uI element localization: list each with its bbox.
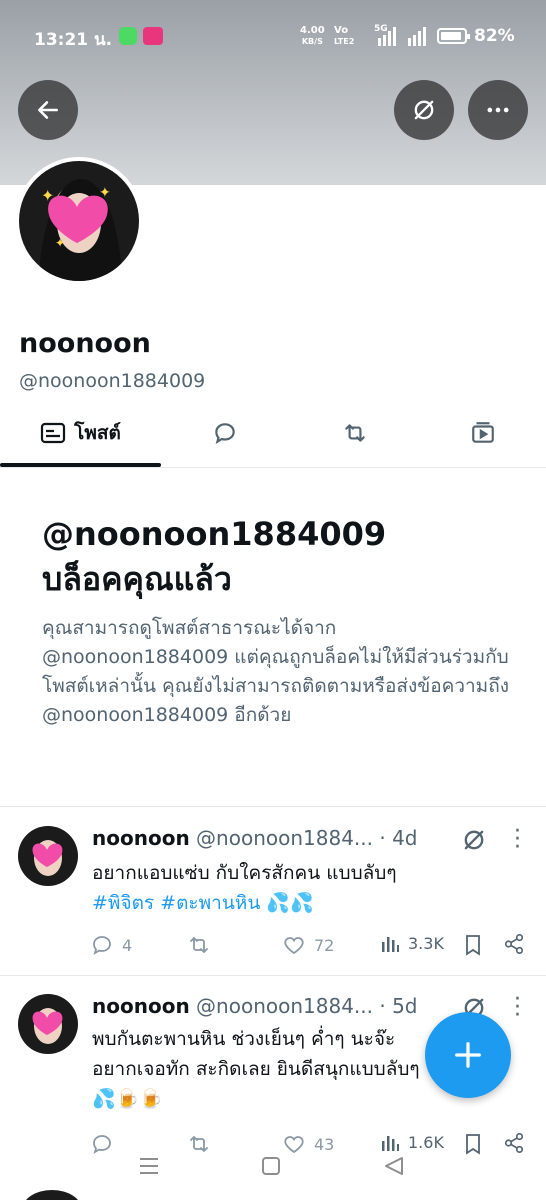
volte-indicator: Vo LTE2 xyxy=(334,25,354,47)
post-time: · 5d xyxy=(379,994,418,1018)
status-bar: 13:21 น. 4.00 KB/S Vo LTE2 5G 82% xyxy=(0,22,546,52)
post-avatar[interactable] xyxy=(18,826,78,886)
post-actions: 4 72 3.3K xyxy=(90,933,530,961)
svg-text:✦: ✦ xyxy=(99,185,111,201)
active-tab-indicator xyxy=(0,463,161,467)
bookmark-button[interactable] xyxy=(463,933,483,957)
posts-icon xyxy=(41,422,66,444)
divider xyxy=(0,975,546,976)
svg-text:✦: ✦ xyxy=(41,186,54,205)
post-more-icon[interactable]: · · · xyxy=(514,821,521,859)
post-time: · 4d xyxy=(379,826,418,850)
like-button[interactable]: 72 xyxy=(282,933,334,957)
views-icon xyxy=(382,937,399,952)
blocked-title: @noonoon1884009 บล็อคคุณแล้ว xyxy=(42,512,512,602)
share-icon xyxy=(504,934,524,954)
net-speed-unit: KB/S xyxy=(301,37,323,46)
heart-icon xyxy=(284,937,304,955)
post-hashtags[interactable]: #พิจิตร #ตะพานหิน 💦💦 xyxy=(92,888,522,918)
avatar-image xyxy=(18,826,78,886)
tab-replies[interactable] xyxy=(170,400,280,466)
net-speed: 4.00 KB/S xyxy=(300,25,325,47)
tab-posts[interactable]: โพสต์ xyxy=(0,400,161,466)
notifications-button[interactable] xyxy=(394,80,454,140)
tab-reposts[interactable] xyxy=(300,400,410,466)
post-header: noonoon @noonoon1884... · 5d xyxy=(92,994,418,1018)
view-count: 1.6K xyxy=(408,1132,444,1152)
blocked-title-handle: @noonoon1884009 xyxy=(42,515,387,553)
reply-icon xyxy=(93,936,111,955)
post-author-name[interactable]: noonoon xyxy=(92,994,190,1018)
profile-avatar[interactable]: ✦ ✦ ✦ xyxy=(15,157,143,285)
tab-posts-label: โพสต์ xyxy=(74,422,121,444)
arrow-left-icon xyxy=(38,101,58,119)
share-button[interactable] xyxy=(503,933,525,955)
post-author-handle[interactable]: @noonoon1884... xyxy=(196,826,373,850)
battery-icon xyxy=(437,28,470,44)
svg-text:✦: ✦ xyxy=(55,236,65,250)
bookmark-icon xyxy=(466,935,480,956)
views-icon xyxy=(382,1136,399,1151)
avatar-image: ✦ ✦ ✦ xyxy=(19,161,139,281)
post-author-name[interactable]: noonoon xyxy=(92,826,190,850)
views-button[interactable]: 3.3K xyxy=(380,933,444,953)
profile-name: noonoon xyxy=(19,328,151,359)
post-text-line: อยากแอบแซ่บ กับใครสักคน แบบลับๆ xyxy=(92,862,397,884)
back-button[interactable] xyxy=(18,80,78,140)
reply-count: 4 xyxy=(122,935,133,955)
back-triangle-icon[interactable] xyxy=(383,1156,405,1176)
menu-icon[interactable] xyxy=(138,1156,160,1176)
volte-top: Vo xyxy=(334,25,349,36)
post-author-handle[interactable]: @noonoon1884... xyxy=(196,994,373,1018)
repost-icon xyxy=(345,424,365,442)
home-square-icon[interactable] xyxy=(261,1156,281,1176)
tab-media[interactable] xyxy=(428,400,538,466)
views-button[interactable]: 1.6K xyxy=(380,1132,444,1152)
app-notification-icon xyxy=(143,27,163,45)
like-count: 72 xyxy=(314,935,335,955)
line-app-icon xyxy=(119,27,137,45)
no-notification-icon[interactable] xyxy=(460,826,488,854)
plus-icon xyxy=(455,1042,481,1068)
reply-icon xyxy=(215,423,235,444)
media-icon xyxy=(472,422,494,443)
volte-bottom: LTE2 xyxy=(334,37,355,46)
repost-button[interactable] xyxy=(186,933,212,957)
profile-tabs: โพสต์ xyxy=(0,400,546,468)
reply-button[interactable]: 4 xyxy=(90,933,132,957)
more-horizontal-icon xyxy=(487,107,509,113)
avatar-image xyxy=(18,994,78,1054)
compose-button[interactable] xyxy=(425,1012,511,1098)
post-avatar[interactable] xyxy=(18,994,78,1054)
profile-handle: @noonoon1884009 xyxy=(19,370,206,392)
net-speed-value: 4.00 xyxy=(300,25,325,36)
divider xyxy=(0,806,546,807)
more-button[interactable] xyxy=(468,80,528,140)
status-time: 13:21 น. xyxy=(34,30,113,50)
post-more-icon[interactable]: · · · xyxy=(514,989,521,1027)
bell-slash-icon xyxy=(414,100,434,120)
view-count: 3.3K xyxy=(408,933,444,953)
signal-icon-1 xyxy=(378,26,396,46)
signal-icon-2 xyxy=(408,26,426,46)
battery-percent: 82% xyxy=(474,26,515,46)
post-text: อยากแอบแซ่บ กับใครสักคน แบบลับๆ #พิจิตร … xyxy=(92,858,522,918)
blocked-title-text: บล็อคคุณแล้ว xyxy=(42,560,232,598)
post-header: noonoon @noonoon1884... · 4d xyxy=(92,826,418,850)
repost-icon xyxy=(190,937,208,953)
blocked-description: คุณสามารถดูโพสต์สาธารณะได้จาก @noonoon18… xyxy=(42,617,509,726)
system-nav-bar xyxy=(0,1150,546,1200)
